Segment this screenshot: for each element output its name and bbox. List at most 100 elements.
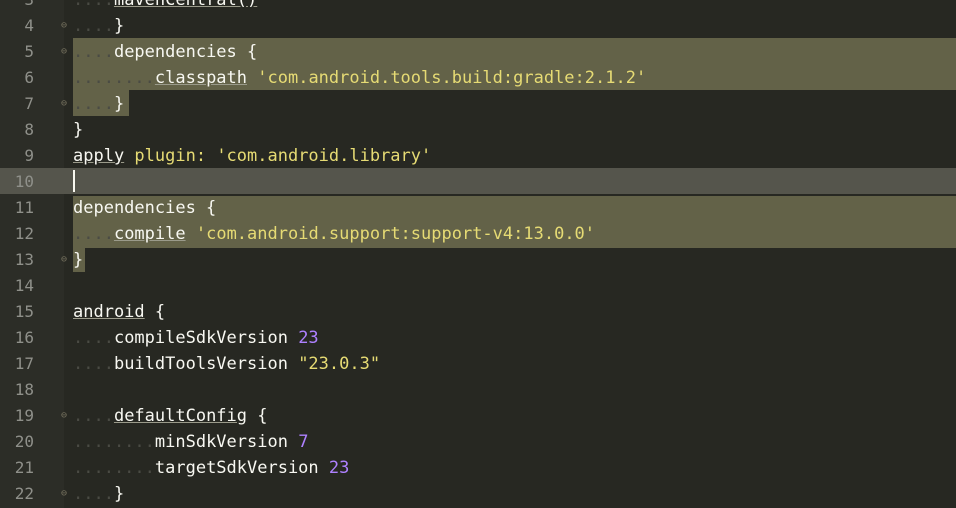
line-number: 18 xyxy=(14,380,34,399)
fold-marker-icon[interactable]: ⊖ xyxy=(61,411,71,421)
number-literal: 7 xyxy=(298,432,309,452)
code-line[interactable]: 22 ⊖....} xyxy=(0,481,956,507)
line-number: 7 xyxy=(24,94,34,113)
code-line[interactable]: 18 xyxy=(0,377,956,403)
code-text: android { xyxy=(73,299,165,325)
string-literal: 'com.android.library' xyxy=(216,146,432,166)
string-literal: 'com.android.tools.build:gradle:2.1.2' xyxy=(257,68,647,88)
indent-whitespace-dots: .... xyxy=(73,406,114,426)
code-token: { xyxy=(247,406,268,426)
code-text: ....dependencies { xyxy=(73,39,257,65)
code-line[interactable]: 15 android { xyxy=(0,299,956,325)
code-token: } xyxy=(73,250,84,270)
code-line[interactable]: 16 ....compileSdkVersion 23 xyxy=(0,325,956,351)
line-number: 21 xyxy=(14,458,34,477)
line-number: 9 xyxy=(24,146,34,165)
line-number: 12 xyxy=(14,224,34,243)
code-text: ........classpath 'com.android.tools.bui… xyxy=(73,65,646,91)
fold-marker-icon[interactable]: ⊖ xyxy=(61,489,71,499)
code-line[interactable]: 3....mavenCentral() xyxy=(0,0,956,13)
code-text: ........minSdkVersion 7 xyxy=(73,429,308,455)
line-number: 11 xyxy=(14,198,34,217)
indent-whitespace-dots: .... xyxy=(73,42,114,62)
indent-whitespace-dots: .... xyxy=(73,354,114,374)
line-number: 3 xyxy=(0,0,34,13)
indent-whitespace-dots: ........ xyxy=(73,432,155,452)
fold-marker-icon[interactable]: ⊖ xyxy=(61,99,71,109)
code-line[interactable]: 5 ⊖ ....dependencies { xyxy=(0,39,956,65)
code-token: } xyxy=(73,120,84,140)
fold-marker-icon[interactable]: ⊖ xyxy=(61,21,71,31)
code-token: defaultConfig xyxy=(113,406,248,426)
code-token: mavenCentral() xyxy=(113,0,258,10)
code-token: classpath xyxy=(154,68,248,88)
code-line[interactable]: 8} xyxy=(0,117,956,143)
code-text: ....} xyxy=(73,13,124,39)
code-line[interactable]: 9 apply plugin: 'com.android.library' xyxy=(0,143,956,169)
string-literal: "23.0.3" xyxy=(298,354,381,374)
code-line[interactable]: 20 ........minSdkVersion 7 xyxy=(0,429,956,455)
indent-whitespace-dots: .... xyxy=(73,224,114,244)
code-token: apply xyxy=(73,146,125,166)
code-token: dependencies { xyxy=(73,198,217,218)
code-line[interactable]: 6 ........classpath 'com.android.tools.bu… xyxy=(0,65,956,91)
code-text: ....defaultConfig { xyxy=(73,403,268,429)
code-line[interactable]: 4 ⊖....} xyxy=(0,13,956,39)
code-text: ....compile 'com.android.support:support… xyxy=(73,221,595,247)
code-token: } xyxy=(113,94,125,114)
code-line[interactable]: 7 ⊖....} xyxy=(0,91,956,117)
line-number: 15 xyxy=(14,302,34,321)
code-token: compileSdkVersion xyxy=(113,328,299,348)
line-number: 17 xyxy=(14,354,34,373)
line-number: 6 xyxy=(24,68,34,87)
code-text: ....buildToolsVersion "23.0.3" xyxy=(73,351,380,377)
code-line[interactable]: 17 ....buildToolsVersion "23.0.3" xyxy=(0,351,956,377)
code-text: apply plugin: 'com.android.library' xyxy=(73,143,431,169)
code-line[interactable]: 19 ⊖ ....defaultConfig { xyxy=(0,403,956,429)
code-text: } xyxy=(73,117,83,143)
code-line[interactable]: 10 xyxy=(0,169,956,195)
line-number: 10 xyxy=(14,172,34,191)
number-literal: 23 xyxy=(298,328,319,348)
code-token: } xyxy=(113,16,125,36)
line-number: 8 xyxy=(24,120,34,139)
code-token: buildToolsVersion xyxy=(113,354,299,374)
indent-whitespace-dots: .... xyxy=(73,328,114,348)
indent-whitespace-dots: .... xyxy=(73,484,114,504)
code-text: ........targetSdkVersion 23 xyxy=(73,455,349,481)
code-token: android xyxy=(73,302,145,322)
indent-whitespace-dots: ........ xyxy=(73,68,155,88)
line-number: 5 xyxy=(24,42,34,61)
code-text: dependencies { xyxy=(73,195,216,221)
string-literal: 'com.android.support:support-v4:13.0.0' xyxy=(195,224,596,244)
number-literal: 23 xyxy=(328,458,350,478)
code-line[interactable]: 11 dependencies { xyxy=(0,195,956,221)
code-editor[interactable]: 3....mavenCentral()4⊖....}5⊖....dependen… xyxy=(0,0,956,508)
code-text: ....} xyxy=(73,481,124,507)
code-token: dependencies { xyxy=(113,42,258,62)
line-number: 19 xyxy=(14,406,34,425)
code-line[interactable]: 21 ........targetSdkVersion 23 xyxy=(0,455,956,481)
code-token: minSdkVersion xyxy=(154,432,299,452)
indent-whitespace-dots: .... xyxy=(73,0,114,10)
code-text: ....mavenCentral() xyxy=(73,0,257,13)
indent-whitespace-dots: .... xyxy=(73,16,114,36)
line-number: 20 xyxy=(14,432,34,451)
code-text: } xyxy=(73,247,83,273)
line-number: 16 xyxy=(14,328,34,347)
code-token: } xyxy=(113,484,125,504)
code-line[interactable]: 14 xyxy=(0,273,956,299)
code-text: ....compileSdkVersion 23 xyxy=(73,325,319,351)
line-number: 4 xyxy=(24,16,34,35)
code-line[interactable]: 12 ....compile 'com.android.support:suppo… xyxy=(0,221,956,247)
code-line[interactable]: 13 ⊖} xyxy=(0,247,956,273)
indent-whitespace-dots: ........ xyxy=(73,458,155,478)
code-token: { xyxy=(144,302,166,322)
line-number: 14 xyxy=(14,276,34,295)
fold-marker-icon[interactable]: ⊖ xyxy=(61,255,71,265)
fold-marker-icon[interactable]: ⊖ xyxy=(61,47,71,57)
code-token: compile xyxy=(113,224,186,244)
indent-whitespace-dots: .... xyxy=(73,94,114,114)
